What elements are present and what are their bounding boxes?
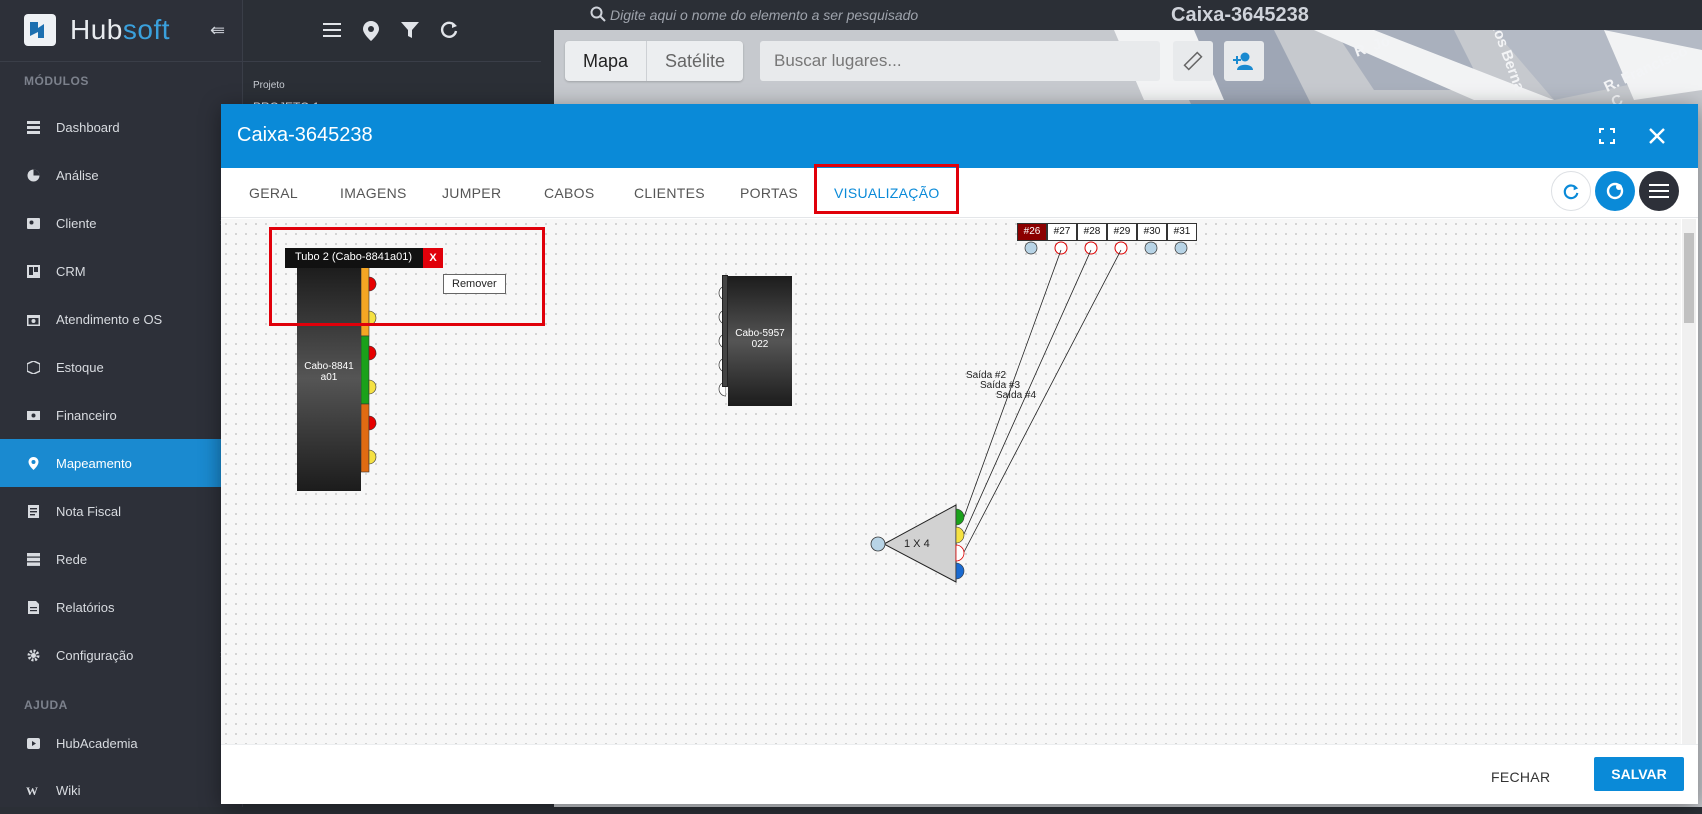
brand-bar: Hubsoft ⇚ [0,0,242,62]
tab-highlight-box [814,164,959,214]
wiki-icon: W [26,783,40,797]
map-type-control: Mapa Satélite [565,41,744,81]
sidebar-item-label: HubAcademia [56,735,138,751]
sidebar-item-rede[interactable]: Rede [0,535,242,583]
sidebar-item-label: Configuração [56,647,134,663]
hubsoft-logo-icon[interactable] [24,14,56,46]
sidebar-item-label: Estoque [56,359,104,375]
fusion-icon[interactable] [1595,171,1635,211]
tab-imagens[interactable]: IMAGENS [340,168,407,218]
sidebar-item-an-lise[interactable]: Análise [0,151,242,199]
element-search-input[interactable]: Digite aqui o nome do elemento a ser pes… [610,7,918,23]
save-button[interactable]: SALVAR [1594,757,1684,791]
places-search-input[interactable]: Buscar lugares... [760,41,1160,81]
brand-name: Hubsoft [70,14,171,45]
section-help-title: AJUDA [24,698,68,712]
refresh-diagram-icon[interactable] [1551,171,1591,211]
sidebar-item-nota-fiscal[interactable]: Nota Fiscal [0,487,242,535]
section-modules-title: MÓDULOS [24,74,89,88]
splitter-label: 1 X 4 [904,538,930,550]
scrollbar-thumb[interactable] [1684,233,1694,323]
dashboard-icon [26,120,40,134]
collapse-menu-icon[interactable]: ⇚ [210,20,225,41]
trello-board-icon [26,264,40,278]
close-button[interactable]: FECHAR [1491,769,1550,785]
sidebar-item-label: Cliente [56,215,97,231]
menu-icon[interactable] [321,20,343,42]
modal-tabs: GERAL IMAGENS JUMPER CABOS CLIENTES PORT… [221,168,1698,218]
tab-clientes[interactable]: CLIENTES [634,168,705,218]
location-pin-icon[interactable] [360,20,382,42]
close-icon[interactable] [1643,122,1671,150]
diagram-canvas[interactable]: Cabo-8841 a01 Tubo 2 (Cabo-8841a01) X Re… [221,219,1681,744]
contact-card-icon [26,216,40,230]
sidebar-item-dashboard[interactable]: Dashboard [0,103,242,151]
gear-icon [26,648,40,662]
server-icon [26,552,40,566]
sidebar-item-relat-rios[interactable]: Relatórios [0,583,242,631]
refresh-icon[interactable] [438,20,460,42]
sidebar-item-crm[interactable]: CRM [0,247,242,295]
hamburger-menu-icon[interactable] [1639,171,1679,211]
sidebar-item-label: Atendimento e OS [56,311,163,327]
sidebar-item-label: Análise [56,167,99,183]
sidebar-item-label: Nota Fiscal [56,503,122,519]
tab-cabos[interactable]: CABOS [544,168,595,218]
canvas-scrollbar[interactable] [1682,219,1696,744]
sidebar-item-mapeamento[interactable]: Mapeamento [0,439,242,487]
output-label: Saída #4 [996,390,1037,401]
modal-header: Caixa-3645238 [221,104,1698,168]
report-icon [26,600,40,614]
map-pin-icon [26,456,40,470]
money-icon [26,408,40,422]
receipt-icon [26,504,40,518]
fiber-connections [870,241,1188,583]
calendar-icon [26,312,40,326]
tab-jumper[interactable]: JUMPER [442,168,501,218]
tab-portas[interactable]: PORTAS [740,168,798,218]
sidebar-item-financeiro[interactable]: Financeiro [0,391,242,439]
sidebar-item-label: Relatórios [56,599,115,615]
pie-chart-icon [26,168,40,182]
map-type-map-button[interactable]: Mapa [565,41,646,81]
sidebar-item-hubacademia[interactable]: HubAcademia [0,719,242,767]
map-type-satellite-button[interactable]: Satélite [646,41,743,81]
sidebar-item-atendimento-e-os[interactable]: Atendimento e OS [0,295,242,343]
element-search-bar: Digite aqui o nome do elemento a ser pes… [554,0,1702,30]
svg-text:W: W [26,784,38,797]
topbar-title: Caixa-3645238 [1171,4,1309,26]
sidebar-item-label: Wiki [56,782,81,798]
tab-geral[interactable]: GERAL [249,168,298,218]
filter-icon[interactable] [399,20,421,42]
sidebar-item-label: Mapeamento [56,455,132,471]
sidebar-item-label: Rede [56,551,88,567]
sidebar-item-label: CRM [56,263,86,279]
project-toolbar [243,0,541,62]
sidebar-item-label: Financeiro [56,407,117,423]
project-label: Projeto [253,80,285,91]
sidebar-item-label: Dashboard [56,119,120,135]
ruler-icon[interactable] [1173,41,1213,81]
sidebar-item-cliente[interactable]: Cliente› [0,199,242,247]
modal-footer: FECHAR SALVAR [221,744,1698,804]
box-icon [26,360,40,374]
add-user-icon[interactable] [1224,41,1264,81]
sidebar: Hubsoft ⇚ MÓDULOS Dashboard Análise Client… [0,0,242,807]
box-modal: Caixa-3645238 GERAL IMAGENS JUMPER CABOS… [221,104,1698,804]
fullscreen-icon[interactable] [1593,122,1621,150]
sidebar-item-estoque[interactable]: Estoque [0,343,242,391]
search-icon [590,6,606,26]
sidebar-item-configura-o[interactable]: Configuração› [0,631,242,679]
modal-title: Caixa-3645238 [237,124,373,146]
play-icon [26,736,40,750]
